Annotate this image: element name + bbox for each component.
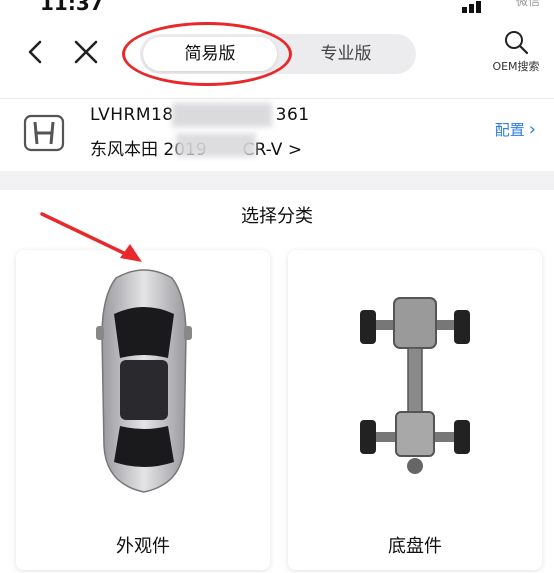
back-icon[interactable]: [20, 36, 52, 68]
search-icon: [505, 31, 529, 55]
category-card-exterior[interactable]: 外观件: [16, 250, 270, 570]
vehicle-info[interactable]: LVHRM18 361 东风本田 2019 CR-V > 配置 ›: [0, 98, 554, 171]
chevron-right-icon: ›: [528, 119, 536, 140]
annotation-arrow: [40, 212, 142, 262]
honda-logo-icon: [23, 114, 65, 152]
vin-redaction: [172, 103, 272, 127]
status-time: 11:37: [40, 0, 104, 15]
model-redaction: [176, 133, 256, 157]
category-label-chassis: 底盘件: [388, 536, 442, 557]
tab-professional[interactable]: 专业版: [279, 37, 413, 71]
status-bar: 11:37 微信: [0, 0, 554, 15]
category-card-chassis[interactable]: 底盘件: [288, 250, 542, 570]
signal-icon: [462, 0, 492, 13]
category-label-exterior: 外观件: [116, 536, 170, 557]
car-top-view-icon: [96, 269, 192, 493]
oem-search-label: OEM搜索: [492, 60, 540, 73]
close-icon[interactable]: [70, 36, 102, 68]
status-text: 微信: [515, 0, 540, 8]
annotation-circle: [122, 22, 292, 86]
chassis-icon: [360, 297, 470, 474]
category-panel: 选择分类 外观件 底盘件: [0, 190, 554, 573]
config-link[interactable]: 配置 ›: [495, 119, 536, 140]
top-nav: 简易版 专业版 OEM搜索: [0, 14, 554, 98]
oem-search-button[interactable]: OEM搜索: [484, 28, 548, 84]
